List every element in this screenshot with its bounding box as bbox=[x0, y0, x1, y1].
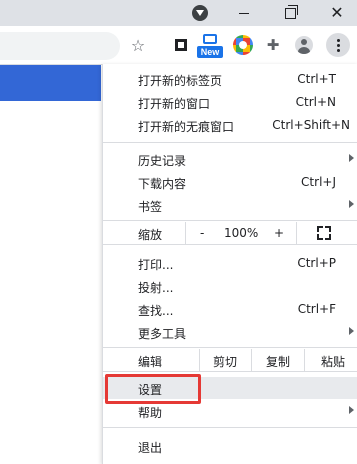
new-extension-icon[interactable]: New bbox=[197, 34, 225, 60]
zoom-label: 缩放 bbox=[138, 228, 163, 242]
menu-item-bookmarks[interactable]: 书签 bbox=[103, 194, 357, 216]
menu-item-print[interactable]: 打印... Ctrl+P bbox=[103, 252, 357, 274]
menu-item-downloads[interactable]: 下载内容 Ctrl+J bbox=[103, 171, 357, 193]
menu-item-history[interactable]: 历史记录 bbox=[103, 148, 357, 170]
fullscreen-icon[interactable] bbox=[317, 226, 331, 240]
new-badge: New bbox=[197, 46, 223, 58]
submenu-arrow-icon bbox=[349, 154, 354, 162]
screen-icon bbox=[203, 34, 217, 44]
zoom-row: 缩放 - 100% + bbox=[103, 222, 357, 244]
bookmark-star-icon[interactable]: ☆ bbox=[127, 34, 149, 56]
minimize-icon bbox=[239, 12, 249, 14]
cut-button[interactable]: 剪切 bbox=[199, 349, 252, 371]
minimize-button[interactable] bbox=[224, 0, 264, 26]
qr-code-extension-icon[interactable] bbox=[170, 34, 192, 56]
settings-highlight-box bbox=[105, 374, 201, 404]
paste-button[interactable]: 粘贴 bbox=[304, 349, 357, 371]
copy-button[interactable]: 复制 bbox=[251, 349, 305, 371]
menu-item-cast[interactable]: 投射... bbox=[103, 275, 357, 297]
menu-item-incognito[interactable]: 打开新的无痕窗口 Ctrl+Shift+N bbox=[103, 114, 357, 136]
browser-toolbar: ☆ New ✚ bbox=[0, 26, 357, 65]
account-avatar-icon[interactable] bbox=[293, 34, 315, 56]
window-title-bar: ✕ bbox=[0, 0, 357, 26]
menu-item-new-window[interactable]: 打开新的窗口 Ctrl+N bbox=[103, 91, 357, 113]
close-icon: ✕ bbox=[330, 3, 344, 22]
more-menu-button[interactable] bbox=[326, 33, 350, 57]
zoom-out-button[interactable]: - bbox=[200, 226, 204, 240]
menu-item-find[interactable]: 查找... Ctrl+F bbox=[103, 298, 357, 320]
restore-button[interactable] bbox=[270, 0, 310, 26]
submenu-arrow-icon bbox=[349, 327, 354, 335]
profile-menu-icon[interactable] bbox=[192, 5, 208, 21]
address-bar[interactable] bbox=[0, 32, 120, 60]
edit-row: 编辑 剪切 复制 粘贴 bbox=[103, 349, 357, 371]
zoom-value: 100% bbox=[224, 226, 259, 240]
page-header-bar bbox=[0, 65, 101, 101]
submenu-arrow-icon bbox=[349, 406, 354, 414]
restore-icon bbox=[284, 4, 298, 19]
menu-item-new-tab[interactable]: 打开新的标签页 Ctrl+T bbox=[103, 68, 357, 90]
zoom-in-button[interactable]: + bbox=[274, 226, 284, 240]
menu-item-more-tools[interactable]: 更多工具 bbox=[103, 321, 357, 343]
menu-item-exit[interactable]: 退出 bbox=[103, 435, 357, 457]
edit-label: 编辑 bbox=[138, 355, 163, 369]
color-extension-icon[interactable] bbox=[232, 34, 254, 56]
extensions-puzzle-icon[interactable]: ✚ bbox=[262, 34, 284, 56]
close-button[interactable]: ✕ bbox=[317, 0, 357, 26]
submenu-arrow-icon bbox=[349, 200, 354, 208]
chrome-main-menu: 打开新的标签页 Ctrl+T 打开新的窗口 Ctrl+N 打开新的无痕窗口 Ctrl+… bbox=[102, 64, 357, 464]
